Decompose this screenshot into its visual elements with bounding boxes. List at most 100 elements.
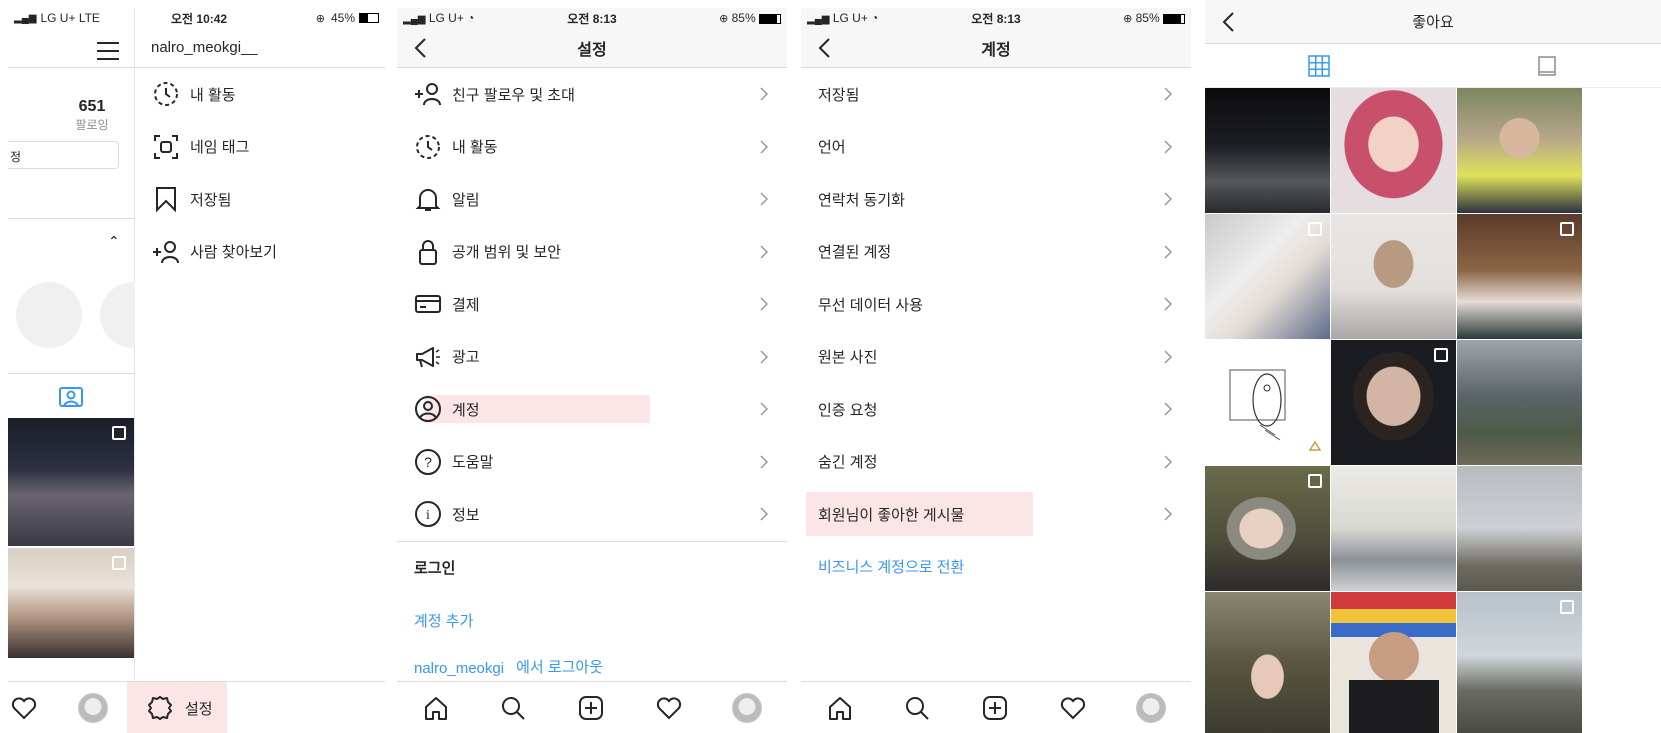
settings-item-account[interactable]: 계정 xyxy=(397,383,787,436)
tab-bar-partial xyxy=(8,681,134,733)
home-icon[interactable] xyxy=(826,694,854,722)
back-arrow-icon[interactable] xyxy=(411,36,431,60)
drawer-item-nametag[interactable]: 네임 태그 xyxy=(135,121,385,174)
grid-photo[interactable] xyxy=(1457,466,1582,591)
story-highlight[interactable] xyxy=(16,282,82,348)
settings-item-activity[interactable]: 내 활동 xyxy=(397,121,787,174)
drawer-item-activity[interactable]: 내 활동 xyxy=(135,68,385,121)
chevron-right-icon xyxy=(1164,454,1173,469)
settings-item-privacy-security[interactable]: 공개 범위 및 보안 xyxy=(397,226,787,279)
search-icon[interactable] xyxy=(499,694,527,722)
grid-photo[interactable] xyxy=(1331,214,1456,339)
chevron-up-icon[interactable]: ⌃ xyxy=(108,233,120,250)
drawer-item-saved[interactable]: 저장됨 xyxy=(135,173,385,226)
grid-photo[interactable] xyxy=(1331,466,1456,591)
drawer-item-label: 사람 찾아보기 xyxy=(190,244,277,262)
tagged-posts-icon[interactable] xyxy=(58,384,84,410)
search-icon[interactable] xyxy=(903,694,931,722)
grid-photo[interactable] xyxy=(1205,592,1330,733)
settings-item-ads[interactable]: 광고 xyxy=(397,331,787,384)
grid-photo[interactable] xyxy=(1457,214,1582,339)
grid-photo[interactable] xyxy=(1331,88,1456,213)
settings-item-follow-invite[interactable]: 친구 팔로우 및 초대 xyxy=(397,68,787,121)
home-icon[interactable] xyxy=(422,694,450,722)
settings-item-label: 결제 xyxy=(452,296,480,314)
grid-photo[interactable] xyxy=(1457,88,1582,213)
settings-item-about[interactable]: i 정보 xyxy=(397,488,787,541)
settings-item-notifications[interactable]: 알림 xyxy=(397,173,787,226)
settings-item-label: 계정 xyxy=(452,401,480,419)
settings-item-help[interactable]: ? 도움말 xyxy=(397,436,787,489)
back-arrow-icon[interactable] xyxy=(815,36,835,60)
drawer-settings-button[interactable]: 설정 xyxy=(127,682,227,733)
chevron-right-icon xyxy=(1164,297,1173,311)
account-item-hidden-accounts[interactable]: 숨긴 계정 xyxy=(801,436,1191,489)
tab-grid-view[interactable] xyxy=(1205,44,1433,87)
profile-avatar[interactable] xyxy=(732,692,763,723)
account-item-cellular-data[interactable]: 무선 데이터 사용 xyxy=(801,278,1191,331)
heart-icon[interactable] xyxy=(1059,694,1087,722)
login-section-header: 로그인 xyxy=(397,542,787,595)
account-item-language[interactable]: 언어 xyxy=(801,121,1191,174)
back-arrow-icon[interactable] xyxy=(1219,10,1239,34)
drawer-item-label: 네임 태그 xyxy=(190,139,250,157)
account-item-linked-accounts[interactable]: 연결된 계정 xyxy=(801,226,1191,279)
login-header-label: 로그인 xyxy=(414,560,456,578)
chevron-right-icon xyxy=(1164,402,1173,416)
account-item-liked-posts[interactable]: 회원님이 좋아한 게시물 xyxy=(801,488,1191,541)
settings-item-label: 알림 xyxy=(452,191,480,209)
chevron-right-icon xyxy=(760,507,769,521)
new-post-icon[interactable] xyxy=(577,694,605,722)
battery: ⊕ 85% xyxy=(1059,11,1185,25)
settings-item-label: 도움말 xyxy=(452,454,494,472)
account-item-label: 연결된 계정 xyxy=(818,244,892,262)
tab-feed-view[interactable] xyxy=(1433,44,1661,87)
status-bar: ▂▄▆ LG U+ LTE xyxy=(8,8,134,28)
profile-avatar[interactable] xyxy=(1136,692,1167,723)
multi-photo-icon xyxy=(1560,600,1574,614)
chevron-right-icon xyxy=(1164,244,1173,259)
grid-photo[interactable] xyxy=(1205,88,1330,213)
signal-icon: ▂▄▆ xyxy=(403,14,426,25)
add-account-label: 계정 추가 xyxy=(414,612,474,630)
screen-profile-drawer: ▂▄▆ LG U+ LTE 651 팔로잉 정 ⌃ 오전 10:42 ⊕ 45%… xyxy=(8,8,385,733)
photo-subject xyxy=(1369,632,1419,682)
status-time: 오전 8:13 xyxy=(567,11,617,26)
grid-photo[interactable] xyxy=(1205,340,1330,465)
add-account-link[interactable]: 계정 추가 xyxy=(397,594,787,647)
chevron-right-icon xyxy=(760,297,769,311)
following-stat[interactable]: 651 팔로잉 xyxy=(62,98,122,133)
logout-link[interactable]: nalro_meokgi 에서 로그아웃 xyxy=(397,647,787,677)
tab-bar xyxy=(397,681,787,733)
heart-icon[interactable] xyxy=(10,694,38,722)
grid-photo[interactable] xyxy=(1205,214,1330,339)
new-post-icon[interactable] xyxy=(981,694,1009,722)
divider xyxy=(8,218,135,219)
activity-icon xyxy=(154,82,178,107)
settings-item-payments[interactable]: 결제 xyxy=(397,278,787,331)
grid-photo[interactable] xyxy=(1205,466,1330,591)
nametag-icon xyxy=(154,134,178,159)
grid-photo[interactable] xyxy=(8,548,134,658)
grid-photo[interactable] xyxy=(1457,340,1582,465)
account-item-contacts-sync[interactable]: 연락처 동기화 xyxy=(801,173,1191,226)
menu-icon[interactable] xyxy=(96,41,120,61)
battery-percent: 45% xyxy=(330,11,355,25)
grid-photo[interactable] xyxy=(8,418,134,546)
edit-profile-button[interactable]: 정 xyxy=(8,141,119,169)
add-person-icon xyxy=(415,83,441,106)
chevron-right-icon xyxy=(760,244,769,259)
photo-subject-shirt xyxy=(1349,680,1439,733)
grid-photo[interactable] xyxy=(1457,592,1582,733)
account-item-verification[interactable]: 인증 요청 xyxy=(801,383,1191,436)
account-item-original-photos[interactable]: 원본 사진 xyxy=(801,331,1191,384)
grid-photo[interactable] xyxy=(1331,592,1456,733)
switch-business-link[interactable]: 비즈니스 계정으로 전환 xyxy=(801,541,1191,594)
drawer-item-discover-people[interactable]: 사람 찾아보기 xyxy=(135,226,385,279)
switch-business-label: 비즈니스 계정으로 전환 xyxy=(818,559,965,577)
account-item-saved[interactable]: 저장됨 xyxy=(801,68,1191,121)
grid-photo[interactable] xyxy=(1331,340,1456,465)
profile-avatar[interactable] xyxy=(78,692,108,723)
orientation-lock-icon: ⊕ xyxy=(719,13,729,25)
heart-icon[interactable] xyxy=(655,694,683,722)
